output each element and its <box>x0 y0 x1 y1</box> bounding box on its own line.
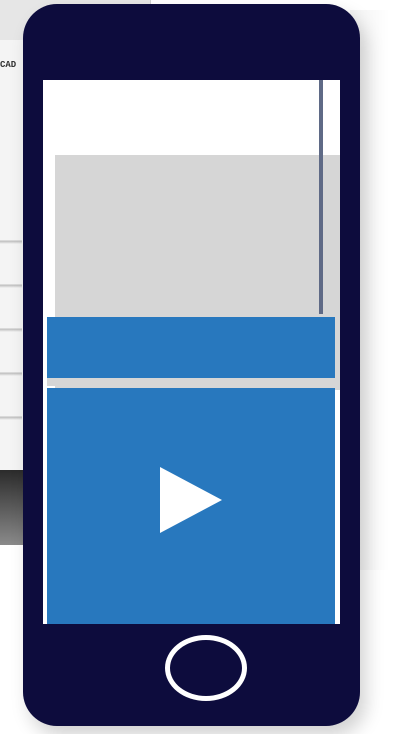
video-player[interactable] <box>47 388 335 624</box>
blue-header-bar[interactable] <box>47 317 335 378</box>
phone-screen <box>43 80 340 624</box>
scrollbar[interactable] <box>319 80 323 314</box>
play-icon[interactable] <box>160 467 222 533</box>
divider-strip <box>47 378 335 386</box>
home-button-icon[interactable] <box>165 635 247 701</box>
background-text-lines <box>0 200 22 440</box>
app-stage: CAD <box>0 0 411 734</box>
phone-frame <box>23 4 360 726</box>
background-label: CAD <box>0 60 17 70</box>
